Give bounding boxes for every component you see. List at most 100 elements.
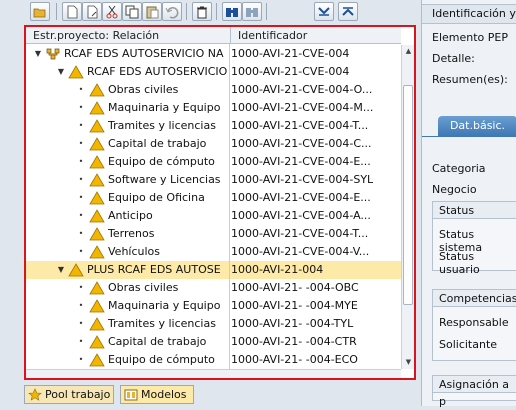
tree-row[interactable]: • Obras civiles 1000-AVI-21-CVE-004-O...: [26, 81, 401, 99]
leaf-bullet-icon: •: [78, 229, 84, 238]
relation-cell: • Equipo de cómputo: [26, 351, 229, 369]
cut-icon[interactable]: [102, 2, 122, 21]
wbs-element-icon: [89, 299, 105, 313]
paste-icon[interactable]: [142, 2, 162, 21]
tree-row[interactable]: • Maquinaria y Equipo 1000-AVI-21-CVE-004-…: [26, 99, 401, 117]
node-label: Maquinaria y Equipo: [108, 299, 221, 312]
relation-cell: • Equipo de cómputo: [26, 153, 229, 171]
identifier-cell: 1000-AVI-21-CVE-004-E...: [231, 191, 371, 204]
tree-row[interactable]: • Terrenos 1000-AVI-21-CVE-004-T...: [26, 225, 401, 243]
elemento-pep-label: Elemento PEP: [432, 31, 508, 44]
node-label: Obras civiles: [108, 83, 179, 96]
node-label: Maquinaria y Equipo: [108, 101, 221, 114]
expand-arrow-icon[interactable]: ▼: [56, 261, 66, 279]
scroll-thumb[interactable]: [403, 85, 413, 305]
tree-row[interactable]: • Software y Licencias 1000-AVI-21-CVE-004…: [26, 171, 401, 189]
leaf-bullet-icon: •: [78, 175, 84, 184]
wbs-element-icon: [89, 317, 105, 331]
collapse-icon[interactable]: [338, 2, 358, 21]
wbs-element-icon: [68, 65, 84, 79]
asignacion-group-title: Asignación a p: [433, 376, 516, 408]
categoria-label: Categoria: [432, 162, 486, 175]
leaf-bullet-icon: •: [78, 355, 84, 364]
vertical-scrollbar[interactable]: ▲ ▼: [401, 45, 414, 369]
wbs-element-icon: [89, 173, 105, 187]
find-next-icon[interactable]: [242, 2, 262, 21]
tab-dat-basic[interactable]: Dat.básic.: [438, 116, 516, 136]
tree-row[interactable]: • Tramites y licencias 1000-AVI-21- -004-T…: [26, 315, 401, 333]
tree-row[interactable]: ▼ RCAF EDS AUTOSERVICIO 1000-AVI-21-CVE-00…: [26, 63, 401, 81]
node-label: Capital de trabajo: [108, 335, 207, 348]
negocio-label: Negocio: [432, 183, 477, 196]
wbs-element-icon: [89, 227, 105, 241]
node-label: Tramites y licencias: [108, 119, 216, 132]
leaf-bullet-icon: •: [78, 157, 84, 166]
expand-arrow-icon[interactable]: ▼: [33, 45, 43, 63]
undo-icon[interactable]: [162, 2, 182, 21]
node-label: Anticipo: [108, 209, 153, 222]
new-document-icon[interactable]: [62, 2, 82, 21]
scroll-up-icon[interactable]: ▲: [402, 45, 414, 58]
column-header-relation[interactable]: Estr.proyecto: Relación: [26, 27, 230, 44]
tree-row[interactable]: • Capital de trabajo 1000-AVI-21- -004-CTR: [26, 333, 401, 351]
node-label: Software y Licencias: [108, 173, 221, 186]
node-label: RCAF EDS AUTOSERVICIO NA: [64, 47, 224, 60]
new-document-icon[interactable]: [82, 2, 102, 21]
column-header-identifier[interactable]: Identificador: [231, 27, 401, 44]
project-structure-tree: Estr.proyecto: Relación Identificador ▼ R…: [24, 25, 416, 380]
open-folder-icon[interactable]: [30, 2, 50, 21]
identification-header: Identificación y: [422, 4, 516, 24]
leaf-bullet-icon: •: [78, 193, 84, 202]
model-icon: [124, 389, 138, 401]
identifier-cell: 1000-AVI-21-CVE-004-T...: [231, 227, 369, 240]
tree-row[interactable]: • Anticipo 1000-AVI-21-CVE-004-A...: [26, 207, 401, 225]
node-label: Equipo de cómputo: [108, 155, 215, 168]
relation-cell: • Vehículos: [26, 243, 229, 261]
wbs-element-icon: [68, 263, 84, 277]
tree-row[interactable]: • Obras civiles 1000-AVI-21- -004-OBC: [26, 279, 401, 297]
tab-pool-trabajo[interactable]: Pool trabajo: [24, 385, 114, 404]
identifier-cell: 1000-AVI-21- -004-CTR: [231, 335, 357, 348]
identifier-cell: 1000-AVI-21- -004-OBC: [231, 281, 359, 294]
identifier-cell: 1000-AVI-21- -004-TYL: [231, 317, 354, 330]
expand-arrow-icon[interactable]: ▼: [56, 63, 66, 81]
copy-icon[interactable]: [122, 2, 142, 21]
tab-underline: [422, 136, 516, 137]
leaf-bullet-icon: •: [78, 121, 84, 130]
wbs-element-icon: [89, 353, 105, 367]
tab-modelos[interactable]: Modelos: [120, 385, 194, 404]
tree-row[interactable]: • Equipo de cómputo 1000-AVI-21- -004-ECO: [26, 351, 401, 369]
toolbar-separator: [216, 3, 217, 20]
wbs-element-icon: [89, 101, 105, 115]
competencias-group-title: Competencias: [433, 290, 516, 307]
scroll-down-icon[interactable]: ▼: [402, 356, 414, 369]
expand-icon[interactable]: [314, 2, 334, 21]
relation-cell: • Maquinaria y Equipo: [26, 99, 229, 117]
tree-row[interactable]: • Capital de trabajo 1000-AVI-21-CVE-004-C…: [26, 135, 401, 153]
identifier-cell: 1000-AVI-21-CVE-004-SYL: [231, 173, 374, 186]
wbs-element-icon: [89, 335, 105, 349]
horizontal-scrollbar[interactable]: [26, 369, 401, 378]
star-icon: [28, 388, 42, 401]
delete-icon[interactable]: [192, 2, 212, 21]
tree-row[interactable]: ▼ RCAF EDS AUTOSERVICIO NA 1000-AVI-21-CVE…: [26, 45, 401, 63]
leaf-bullet-icon: •: [78, 301, 84, 310]
detail-panel: Identificación y Elemento PEP Detalle: R…: [421, 0, 516, 408]
identifier-cell: 1000-AVI-21- -004-MYE: [231, 299, 358, 312]
tree-row[interactable]: • Equipo de Oficina 1000-AVI-21-CVE-004-E.…: [26, 189, 401, 207]
node-label: Obras civiles: [108, 281, 179, 294]
relation-cell: • Maquinaria y Equipo: [26, 297, 229, 315]
find-icon[interactable]: [222, 2, 242, 21]
identifier-cell: 1000-AVI-21-CVE-004-C...: [231, 137, 372, 150]
tree-row[interactable]: ▼ PLUS RCAF EDS AUTOSE 1000-AVI-21-004: [26, 261, 401, 279]
relation-cell: • Obras civiles: [26, 279, 229, 297]
tree-row[interactable]: • Tramites y licencias 1000-AVI-21-CVE-004…: [26, 117, 401, 135]
tree-row[interactable]: • Equipo de cómputo 1000-AVI-21-CVE-004-E.…: [26, 153, 401, 171]
leaf-bullet-icon: •: [78, 103, 84, 112]
identifier-cell: 1000-AVI-21-004: [231, 263, 324, 276]
tree-row[interactable]: • Vehículos 1000-AVI-21-CVE-004-V...: [26, 243, 401, 261]
tab-modelos-label: Modelos: [141, 388, 187, 401]
tree-row[interactable]: • Maquinaria y Equipo 1000-AVI-21- -004-MY…: [26, 297, 401, 315]
wbs-element-icon: [89, 191, 105, 205]
leaf-bullet-icon: •: [78, 247, 84, 256]
